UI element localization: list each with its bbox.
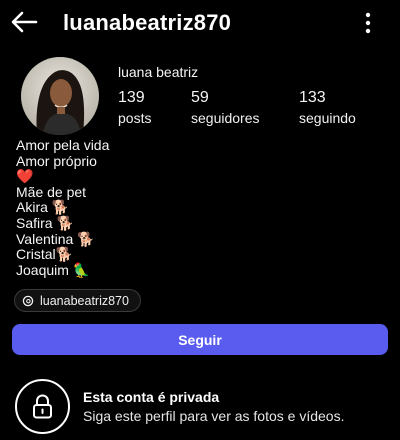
lock-icon	[33, 394, 52, 419]
more-options-button[interactable]	[358, 10, 378, 36]
followers-stat[interactable]: 59 seguidores	[191, 88, 260, 127]
threads-icon	[22, 295, 34, 306]
top-bar: luanabeatriz870	[0, 0, 400, 46]
bio-line: Joaquim 🦜	[16, 261, 91, 278]
more-vertical-icon	[365, 12, 371, 34]
heart-emoji: ❤️	[16, 168, 34, 185]
threads-link[interactable]: luanabeatriz870	[14, 289, 141, 312]
following-stat[interactable]: 133 seguindo	[299, 88, 356, 127]
following-count: 133	[299, 89, 326, 106]
posts-label: posts	[118, 110, 152, 126]
followers-count: 59	[191, 89, 209, 106]
private-account-title: Esta conta é privada	[83, 389, 220, 405]
bio-line: Amor pela vida	[16, 137, 110, 153]
display-name: luana beatriz	[118, 64, 199, 80]
lock-badge	[15, 379, 70, 434]
profile-bio: Amor pela vida Amor próprio ❤️ Mãe de pe…	[16, 137, 110, 278]
bio-line: Mãe de pet	[16, 183, 87, 200]
posts-stat[interactable]: 139 posts	[118, 88, 151, 127]
back-button[interactable]	[10, 10, 38, 34]
profile-username: luanabeatriz870	[63, 10, 232, 35]
bio-line: Cristal🐕	[16, 246, 74, 263]
bio-line: Safira 🐕	[16, 214, 74, 231]
bio-line: Amor próprio	[16, 152, 97, 169]
bio-line: Akira 🐕	[16, 199, 70, 216]
following-label: seguindo	[299, 110, 356, 126]
avatar[interactable]	[21, 57, 99, 135]
posts-count: 139	[118, 89, 145, 106]
private-account-subtitle: Siga este perfil para ver as fotos e víd…	[83, 408, 345, 424]
avatar-photo	[21, 57, 99, 135]
bio-line: Valentina 🐕	[16, 230, 95, 247]
arrow-left-icon	[11, 11, 38, 33]
follow-button[interactable]: Seguir	[12, 324, 388, 355]
followers-label: seguidores	[191, 110, 260, 126]
threads-handle: luanabeatriz870	[40, 293, 129, 308]
